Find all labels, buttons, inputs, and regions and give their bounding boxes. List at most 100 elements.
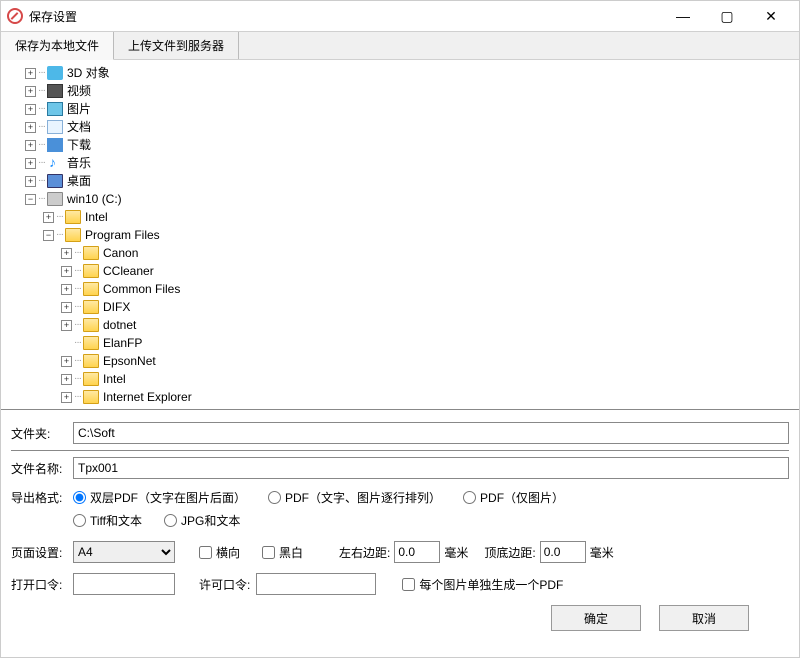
tab-save-local[interactable]: 保存为本地文件 — [1, 32, 114, 60]
filename-input[interactable] — [73, 457, 789, 479]
tree-item[interactable]: +···Internet Explorer — [3, 388, 797, 406]
close-button[interactable]: ✕ — [749, 2, 793, 30]
tree-item-label: 文档 — [67, 118, 91, 136]
format-opt-3[interactable]: PDF（仅图片） — [463, 489, 564, 506]
tree-item-label: DIFX — [103, 298, 130, 316]
lrmargin-input[interactable] — [394, 541, 440, 563]
tree-item-label: 音乐 — [67, 154, 91, 172]
folder-icon — [83, 372, 99, 386]
folder-input[interactable] — [73, 422, 789, 444]
expander-icon[interactable]: + — [61, 374, 72, 385]
tree-item-label: Intel — [85, 208, 108, 226]
window-title: 保存设置 — [29, 8, 661, 25]
folder-icon — [83, 246, 99, 260]
tree-item[interactable]: ···ElanFP — [3, 334, 797, 352]
expander-icon[interactable]: + — [25, 158, 36, 169]
folder-label: 文件夹: — [11, 425, 73, 442]
tree-item-label: 3D 对象 — [67, 64, 110, 82]
tbmargin-input[interactable] — [540, 541, 586, 563]
separator — [11, 450, 789, 451]
tree-item-label: dotnet — [103, 316, 136, 334]
tree-item[interactable]: +···CCleaner — [3, 262, 797, 280]
tree-item-label: 图片 — [67, 100, 91, 118]
permpwd-input[interactable] — [256, 573, 376, 595]
folder-icon — [47, 84, 63, 98]
format-opt-2[interactable]: PDF（文字、图片逐行排列） — [268, 489, 441, 506]
format-label: 导出格式: — [11, 489, 73, 506]
tree-item[interactable]: +···Intel — [3, 208, 797, 226]
folder-icon — [83, 300, 99, 314]
expander-icon[interactable]: + — [61, 356, 72, 367]
filename-label: 文件名称: — [11, 460, 73, 477]
expander-icon[interactable]: − — [25, 194, 36, 205]
expander-icon[interactable]: + — [61, 284, 72, 295]
folder-icon — [83, 318, 99, 332]
app-icon — [7, 8, 23, 24]
folder-icon — [47, 66, 63, 80]
expander-icon[interactable]: + — [25, 68, 36, 79]
folder-icon — [83, 336, 99, 350]
folder-icon — [83, 264, 99, 278]
tree-item[interactable]: +···下载 — [3, 136, 797, 154]
expander-icon[interactable]: + — [25, 86, 36, 97]
tree-item[interactable]: +···dotnet — [3, 316, 797, 334]
tree-item-label: 下载 — [67, 136, 91, 154]
tree-item[interactable]: +···Canon — [3, 244, 797, 262]
tree-item[interactable]: +···音乐 — [3, 154, 797, 172]
tree-item[interactable]: +···Common Files — [3, 280, 797, 298]
tree-item-label: Canon — [103, 244, 138, 262]
folder-icon — [65, 228, 81, 242]
folder-tree[interactable]: +···3D 对象+···视频+···图片+···文档+···下载+···音乐+… — [1, 60, 799, 410]
folder-icon — [47, 192, 63, 206]
tbmargin-label: 顶底边距: — [484, 544, 535, 561]
expander-icon[interactable]: + — [25, 104, 36, 115]
tree-item[interactable]: +···3D 对象 — [3, 64, 797, 82]
tree-item[interactable]: −···Program Files — [3, 226, 797, 244]
tree-item[interactable]: −···win10 (C:) — [3, 190, 797, 208]
landscape-check[interactable]: 横向 — [199, 544, 240, 561]
tree-item-label: Program Files — [85, 226, 160, 244]
folder-icon — [47, 120, 63, 134]
format-opt-1[interactable]: 双层PDF（文字在图片后面） — [73, 489, 246, 506]
permpwd-label: 许可口令: — [199, 576, 250, 593]
ok-button[interactable]: 确定 — [551, 605, 641, 631]
tree-item[interactable]: +···EpsonNet — [3, 352, 797, 370]
folder-icon — [65, 210, 81, 224]
expander-icon[interactable]: − — [43, 230, 54, 241]
expander-icon[interactable]: + — [25, 122, 36, 133]
tab-upload-server[interactable]: 上传文件到服务器 — [114, 32, 239, 59]
folder-icon — [83, 390, 99, 404]
cancel-button[interactable]: 取消 — [659, 605, 749, 631]
expander-icon[interactable]: + — [61, 320, 72, 331]
maximize-button[interactable]: ▢ — [705, 2, 749, 30]
lrmargin-label: 左右边距: — [339, 544, 390, 561]
expander-icon[interactable]: + — [61, 266, 72, 277]
expander-icon[interactable]: + — [25, 176, 36, 187]
format-opt-4[interactable]: Tiff和文本 — [73, 512, 142, 529]
folder-icon — [47, 138, 63, 152]
tree-item-label: Common Files — [103, 280, 180, 298]
tab-bar: 保存为本地文件 上传文件到服务器 — [1, 31, 799, 60]
eachpdf-check[interactable]: 每个图片单独生成一个PDF — [402, 576, 563, 593]
tree-item[interactable]: +···文档 — [3, 118, 797, 136]
tree-item[interactable]: +···视频 — [3, 82, 797, 100]
format-opt-5[interactable]: JPG和文本 — [164, 512, 240, 529]
folder-icon — [47, 102, 63, 116]
expander-icon[interactable]: + — [61, 248, 72, 259]
tree-item-label: EpsonNet — [103, 352, 156, 370]
tree-item[interactable]: +···Intel — [3, 370, 797, 388]
tree-item[interactable]: +···桌面 — [3, 172, 797, 190]
expander-icon[interactable]: + — [25, 140, 36, 151]
openpwd-input[interactable] — [73, 573, 175, 595]
expander-icon[interactable]: + — [43, 212, 54, 223]
minimize-button[interactable]: — — [661, 2, 705, 30]
form-panel: 文件夹: 文件名称: 导出格式: 双层PDF（文字在图片后面） PDF（文字、图… — [1, 410, 799, 641]
tree-item[interactable]: +···DIFX — [3, 298, 797, 316]
expander-icon[interactable]: + — [61, 392, 72, 403]
bw-check[interactable]: 黑白 — [262, 544, 303, 561]
tree-item-label: ElanFP — [103, 334, 142, 352]
tree-item-label: Internet Explorer — [103, 388, 192, 406]
page-size-select[interactable]: A4 — [73, 541, 175, 563]
expander-icon[interactable]: + — [61, 302, 72, 313]
tree-item[interactable]: +···图片 — [3, 100, 797, 118]
